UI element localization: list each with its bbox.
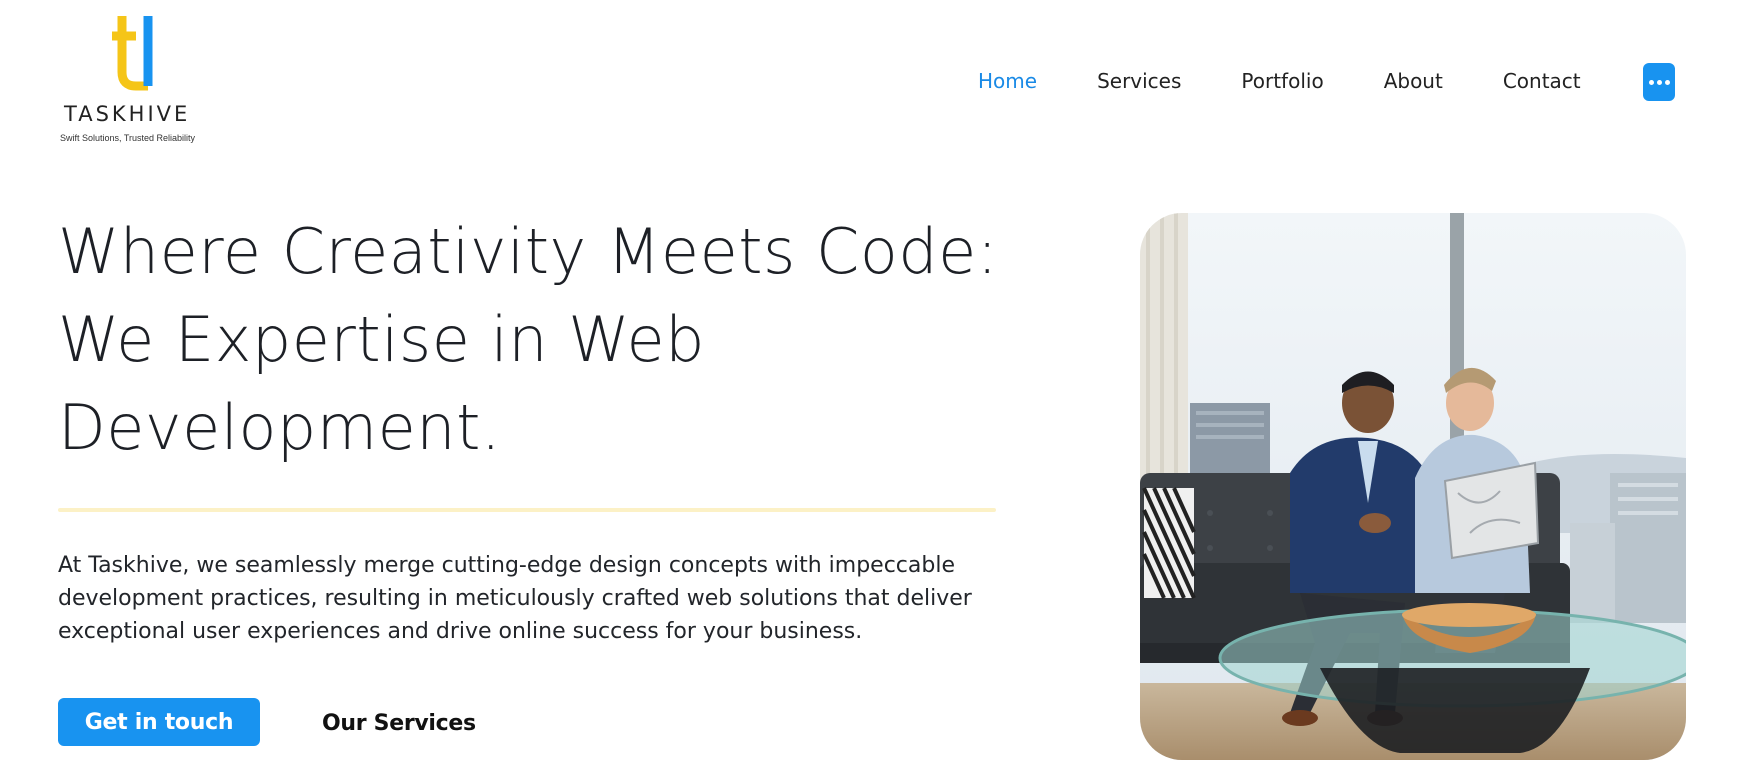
brand-name: TASKHIVE <box>64 102 191 126</box>
two-men-laptop-office-photo <box>1140 213 1686 760</box>
hero-image <box>1140 213 1686 760</box>
more-horizontal-icon <box>1648 79 1670 85</box>
hero-heading-line: Development. <box>58 391 502 464</box>
tl-monogram-logo-icon <box>112 16 153 91</box>
hero-heading-line: Where Creativity Meets Code: <box>58 215 999 288</box>
brand-logo[interactable]: TASKHIVE Swift Solutions, Trusted Reliab… <box>58 12 208 152</box>
more-menu-button[interactable] <box>1643 63 1675 101</box>
nav-item-portfolio[interactable]: Portfolio <box>1241 69 1323 93</box>
our-services-link[interactable]: Our Services <box>322 706 476 740</box>
hero-heading-line: We Expertise in Web <box>58 303 705 376</box>
nav-item-contact[interactable]: Contact <box>1503 69 1581 93</box>
hero-heading: Where Creativity Meets Code: We Expertis… <box>58 208 1018 472</box>
brand-tagline: Swift Solutions, Trusted Reliability <box>60 133 196 143</box>
get-in-touch-button[interactable]: Get in touch <box>58 698 260 746</box>
hero-description-line: At Taskhive, we seamlessly merge cutting… <box>58 553 955 578</box>
hero-divider <box>58 508 996 512</box>
hero-description-line: exceptional user experiences and drive o… <box>58 619 863 644</box>
hero-description: At Taskhive, we seamlessly merge cutting… <box>58 549 972 648</box>
nav-item-services[interactable]: Services <box>1097 69 1181 93</box>
nav-item-about[interactable]: About <box>1384 69 1443 93</box>
main-nav: Home Services Portfolio About Contact <box>978 66 1641 96</box>
nav-item-home[interactable]: Home <box>978 69 1037 93</box>
hero-description-line: development practices, resulting in meti… <box>58 586 972 611</box>
